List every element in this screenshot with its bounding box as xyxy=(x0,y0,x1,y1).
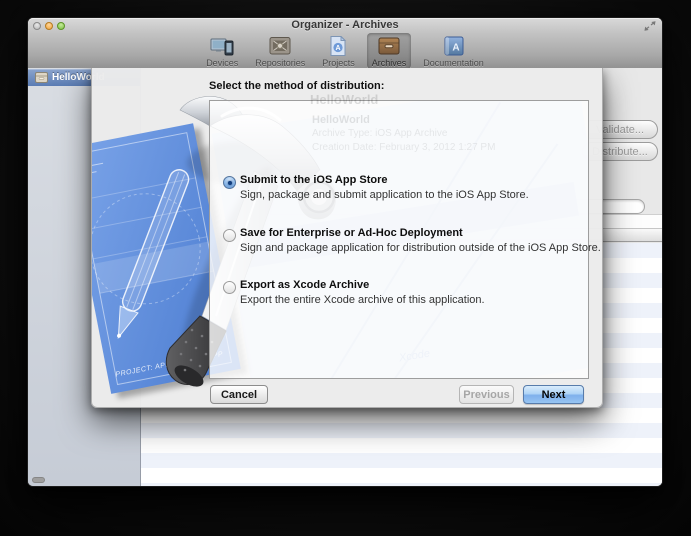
toolbar-label: Devices xyxy=(206,58,238,68)
option-label[interactable]: Submit to the iOS App Store xyxy=(240,174,387,186)
toolbar-item-documentation[interactable]: A Documentation xyxy=(418,33,489,69)
distribution-sheet: Xcode xyxy=(91,68,603,408)
window-chrome: Organizer - Archives xyxy=(28,18,662,69)
sheet-heading: Select the method of distribution: xyxy=(209,80,384,92)
blueprint-caption: PROJECT: APPLICATION.APP xyxy=(115,351,224,379)
option-description: Sign, package and submit application to … xyxy=(240,189,529,201)
toolbar-label: Projects xyxy=(322,58,355,68)
window-title: Organizer - Archives xyxy=(28,18,662,33)
screenshot-backdrop: Organizer - Archives xyxy=(0,0,691,536)
svg-text:A: A xyxy=(452,43,459,54)
toolbar-item-devices[interactable]: Devices xyxy=(201,33,243,69)
option-label[interactable]: Export as Xcode Archive xyxy=(240,279,369,291)
repositories-icon xyxy=(268,35,292,57)
minimize-button-icon[interactable] xyxy=(45,22,53,30)
option-label[interactable]: Save for Enterprise or Ad-Hoc Deployment xyxy=(240,227,463,239)
close-button-icon[interactable] xyxy=(33,22,41,30)
previous-button[interactable]: Previous xyxy=(459,385,514,404)
option-description: Export the entire Xcode archive of this … xyxy=(240,294,485,306)
fullscreen-icon[interactable] xyxy=(644,21,656,31)
toolbar-item-repositories[interactable]: Repositories xyxy=(250,33,310,69)
radio-export-xcode-archive[interactable] xyxy=(223,281,236,294)
zoom-button-icon[interactable] xyxy=(57,22,65,30)
svg-text:A: A xyxy=(336,45,341,52)
toolbar-item-archives[interactable]: Archives xyxy=(367,33,412,69)
organizer-window: Organizer - Archives xyxy=(27,17,663,487)
bottom-bar-button[interactable] xyxy=(32,477,45,483)
toolbar: Devices Repositories xyxy=(28,33,662,68)
toolbar-label: Repositories xyxy=(255,58,305,68)
toolbar-item-projects[interactable]: A Projects xyxy=(317,33,360,69)
options-group-box xyxy=(209,100,589,379)
archives-icon xyxy=(377,35,401,57)
window-content: HelloWorld Validate... Distribute... xyxy=(28,68,662,486)
cancel-button[interactable]: Cancel xyxy=(210,385,268,404)
option-description: Sign and package application for distrib… xyxy=(240,242,601,254)
radio-submit-app-store[interactable] xyxy=(223,176,236,189)
next-button[interactable]: Next xyxy=(523,385,584,404)
devices-icon xyxy=(210,35,234,57)
title-bar[interactable]: Organizer - Archives xyxy=(28,18,662,33)
toolbar-label: Documentation xyxy=(423,58,484,68)
projects-icon: A xyxy=(326,35,350,57)
radio-enterprise-adhoc[interactable] xyxy=(223,229,236,242)
documentation-icon: A xyxy=(442,35,466,57)
archive-mini-icon xyxy=(35,72,48,83)
toolbar-label: Archives xyxy=(372,58,407,68)
